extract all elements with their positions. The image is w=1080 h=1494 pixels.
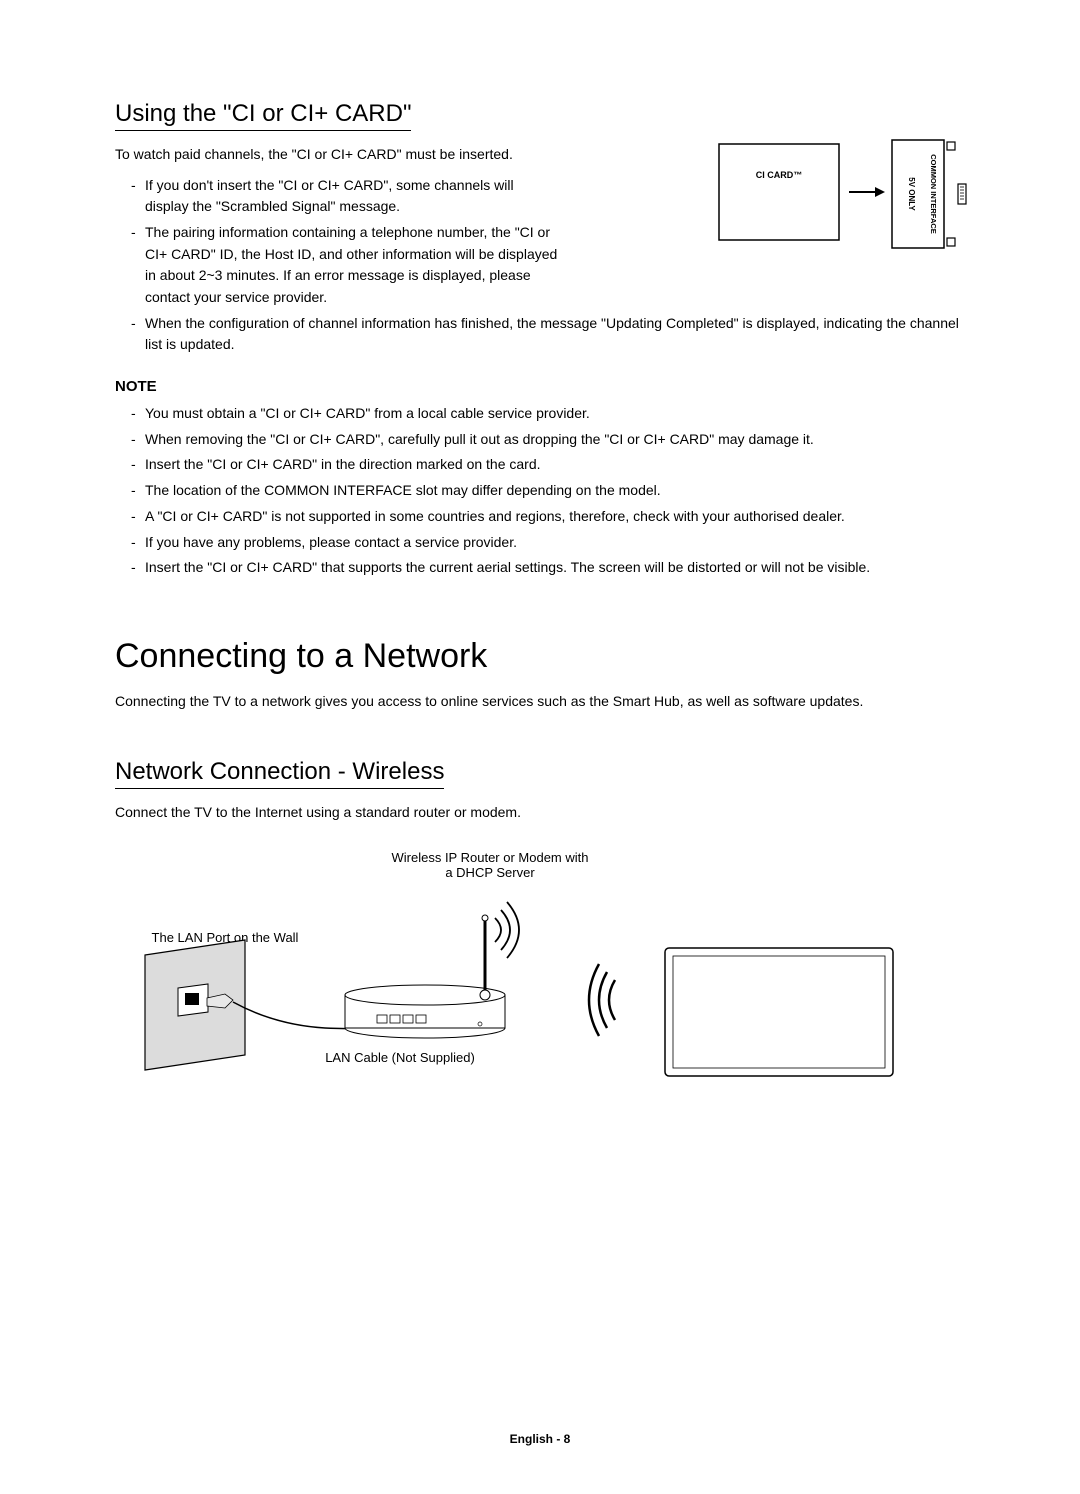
section-title-ci-card: Using the "CI or CI+ CARD" (115, 100, 411, 131)
list-item: The pairing information containing a tel… (131, 222, 561, 309)
list-item: Insert the "CI or CI+ CARD" in the direc… (131, 454, 970, 476)
list-item: When removing the "CI or CI+ CARD", care… (131, 429, 970, 451)
wireless-intro: Connect the TV to the Internet using a s… (115, 803, 970, 823)
router-label-line1: Wireless IP Router or Modem with (392, 850, 589, 865)
list-item: A "CI or CI+ CARD" is not supported in s… (131, 506, 970, 528)
list-item: If you don't insert the "CI or CI+ CARD"… (131, 175, 561, 218)
ci-card-label-text: CI CARD™ (756, 170, 803, 180)
section-title-wireless: Network Connection - Wireless (115, 758, 444, 789)
svg-text:COMMON INTERFACE: COMMON INTERFACE (929, 154, 938, 234)
ci-card-svg: CI CARD™ 5V ONLY COMMON INTERFACE (717, 138, 967, 260)
svg-text:5V ONLY: 5V ONLY (907, 177, 916, 211)
ci-card-diagram: CI CARD™ 5V ONLY COMMON INTERFACE (717, 138, 967, 260)
list-item: Insert the "CI or CI+ CARD" that support… (131, 557, 970, 579)
list-item: If you have any problems, please contact… (131, 532, 970, 554)
ci-bullet-list-wide: When the configuration of channel inform… (115, 313, 970, 356)
note-heading: NOTE (115, 378, 970, 395)
router-label: Wireless IP Router or Modem with a DHCP … (340, 850, 640, 880)
wireless-diagram: Wireless IP Router or Modem with a DHCP … (115, 850, 970, 1080)
cable-label: LAN Cable (Not Supplied) (265, 1050, 535, 1065)
main-heading-network: Connecting to a Network (115, 637, 970, 676)
list-item: The location of the COMMON INTERFACE slo… (131, 480, 970, 502)
list-item: When the configuration of channel inform… (131, 313, 970, 356)
page-footer: English - 8 (0, 1432, 1080, 1446)
note-bullet-list: You must obtain a "CI or CI+ CARD" from … (115, 403, 970, 579)
network-intro: Connecting the TV to a network gives you… (115, 692, 970, 712)
list-item: You must obtain a "CI or CI+ CARD" from … (131, 403, 970, 425)
router-label-line2: a DHCP Server (445, 865, 534, 880)
wireless-svg (115, 880, 965, 1080)
